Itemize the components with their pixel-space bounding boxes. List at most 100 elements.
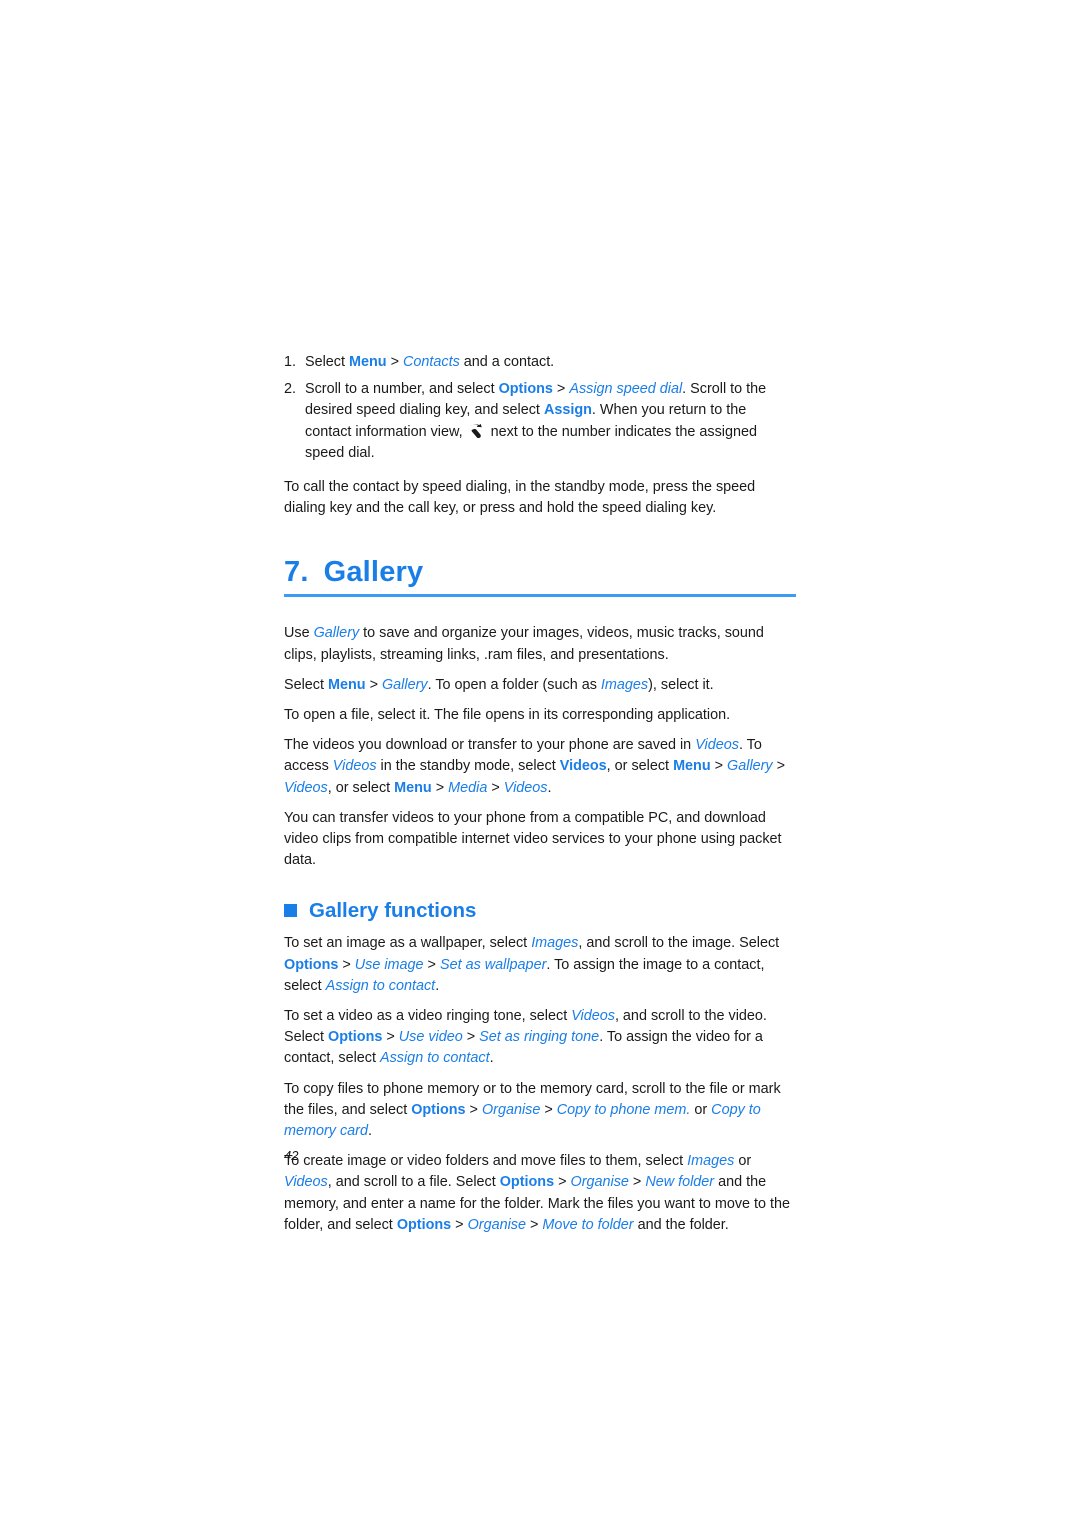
body-text: The videos you download or transfer to y…: [284, 737, 696, 754]
body-text: >: [552, 381, 570, 398]
chapter-number: 7.: [284, 556, 309, 589]
ui-menu-item: Copy to phone mem.: [556, 1101, 691, 1118]
chapter-title: Gallery: [323, 556, 424, 589]
ui-menu-item: Images: [600, 676, 649, 693]
body-text: >: [382, 1029, 399, 1046]
ui-menu-item: New folder: [645, 1174, 715, 1191]
body-text: >: [338, 956, 355, 973]
ui-menu-item: Media: [448, 779, 488, 796]
speed-dial-steps: 1. Select Menu > Contacts and a contact. 2…: [284, 352, 796, 464]
body-text: >: [465, 1101, 482, 1118]
body-text: >: [525, 1216, 543, 1233]
section-heading-label: Gallery functions: [309, 899, 477, 923]
ui-menu-item: Contacts: [402, 354, 460, 370]
ui-menu-item: Organise: [570, 1174, 629, 1191]
body-text: in the standby mode, select: [376, 758, 560, 775]
body-text: To call the contact by speed dialing, in…: [284, 479, 756, 517]
square-bullet-icon: [284, 904, 297, 918]
section-body: To set an image as a wallpaper, select I…: [284, 933, 796, 1236]
ui-menu-item: Videos: [284, 779, 328, 796]
ui-menu-item: Images: [531, 935, 579, 952]
body-text: , and scroll to the image. Select: [578, 935, 780, 952]
ui-key: Options: [499, 1174, 555, 1191]
body-text: . To open a folder (such as: [427, 676, 601, 693]
paragraph-open-file: To open a file, select it. The file open…: [284, 705, 796, 726]
ui-menu-item: Organise: [481, 1101, 541, 1118]
paragraph-gallery-overview: Use Gallery to save and organize your im…: [284, 623, 796, 665]
ui-key: Options: [284, 956, 339, 973]
paragraph-copy-files: To copy files to phone memory or to the …: [284, 1079, 796, 1143]
ui-key: Options: [411, 1101, 466, 1118]
body-text: You can transfer videos to your phone fr…: [284, 809, 782, 869]
ui-key: Menu: [394, 779, 432, 796]
body-text: or: [734, 1153, 752, 1170]
ui-menu-item: Videos: [332, 758, 377, 775]
paragraph-set-ringing-tone: To set a video as a video ringing tone, …: [284, 1006, 796, 1070]
body-text: Select: [305, 354, 349, 370]
paragraph-open-folder: Select Menu > Gallery. To open a folder …: [284, 675, 796, 696]
ui-key: Options: [498, 381, 553, 398]
ui-menu-item: Use video: [398, 1029, 463, 1046]
body-text: Select: [284, 676, 328, 693]
ui-menu-item: Use image: [354, 956, 424, 973]
chapter-body: Use Gallery to save and organize your im…: [284, 623, 796, 871]
body-text: >: [710, 758, 728, 775]
chapter-heading-wrap: 7. Gallery: [284, 554, 796, 598]
body-text: >: [487, 779, 504, 796]
body-text: Scroll to a number, and select: [305, 381, 499, 398]
body-text: To open a file, select it. The file open…: [284, 707, 731, 724]
ui-menu-item: Images: [687, 1153, 735, 1170]
manual-page: 1. Select Menu > Contacts and a contact. 2…: [0, 0, 1080, 1528]
body-text: >: [423, 956, 440, 973]
ui-key: Menu: [349, 354, 387, 370]
ui-key: Options: [328, 1029, 383, 1046]
ui-menu-item: Move to folder: [542, 1216, 634, 1233]
paragraph-transfer-videos: You can transfer videos to your phone fr…: [284, 808, 796, 872]
step-item: 2. Scroll to a number, and select Options…: [284, 379, 796, 464]
ui-menu-item: Gallery: [313, 625, 360, 642]
body-text: >: [540, 1101, 557, 1118]
body-text: Use: [284, 625, 314, 642]
step-number: 2.: [284, 381, 297, 398]
paragraph-speed-dial-call: To call the contact by speed dialing, in…: [284, 477, 796, 519]
section-heading: Gallery functions: [284, 898, 796, 923]
ui-menu-item: Videos: [695, 737, 739, 754]
body-text: To create image or video folders and mov…: [284, 1153, 688, 1170]
paragraph-create-folders: To create image or video folders and mov…: [284, 1151, 796, 1236]
ui-menu-item: Set as wallpaper: [439, 956, 547, 973]
chapter-heading: 7. Gallery: [284, 554, 796, 598]
body-text: >: [462, 1029, 480, 1046]
speed-dial-icon: [469, 423, 485, 438]
body-text: To set an image as a wallpaper, select: [284, 935, 532, 952]
step-item: 1. Select Menu > Contacts and a contact.: [284, 352, 796, 373]
ui-key: Options: [396, 1216, 452, 1233]
ui-menu-item: Set as ringing tone: [479, 1029, 600, 1046]
body-text: >: [451, 1216, 468, 1233]
body-text: , and scroll to a file. Select: [327, 1174, 500, 1191]
body-text: , or select: [606, 758, 674, 775]
paragraph-videos-access: The videos you download or transfer to y…: [284, 735, 796, 799]
body-text: , or select: [327, 779, 395, 796]
ui-menu-item: Videos: [571, 1008, 615, 1025]
ui-menu-item: Assign to contact: [380, 1050, 490, 1067]
body-text: and a contact.: [459, 354, 555, 370]
ui-key: Menu: [673, 758, 711, 775]
ui-menu-item: Assign to contact: [325, 977, 436, 994]
ui-menu-item: Videos: [503, 779, 548, 796]
body-text: .: [367, 1123, 372, 1140]
page-number: 42: [284, 1148, 299, 1163]
ui-menu-item: Gallery: [727, 758, 773, 775]
body-text: .: [489, 1050, 494, 1067]
ui-key: Assign: [543, 402, 592, 419]
body-text: .: [547, 779, 552, 796]
body-text: >: [554, 1174, 571, 1191]
ui-menu-item: Assign speed dial: [569, 381, 683, 398]
paragraph-set-wallpaper: To set an image as a wallpaper, select I…: [284, 933, 796, 997]
page-content: 1. Select Menu > Contacts and a contact. 2…: [284, 352, 796, 1245]
ui-menu-item: Videos: [284, 1174, 328, 1191]
body-text: >: [431, 779, 449, 796]
body-text: >: [628, 1174, 646, 1191]
body-text: >: [386, 354, 403, 370]
ui-menu-item: Organise: [467, 1216, 526, 1233]
ui-menu-item: Gallery: [381, 676, 428, 693]
